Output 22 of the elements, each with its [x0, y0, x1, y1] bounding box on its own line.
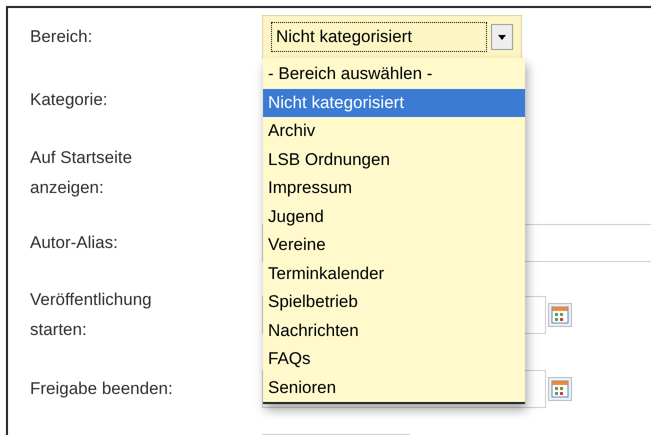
dropdown-option[interactable]: Jugend [263, 202, 525, 231]
dropdown-option[interactable]: Nachrichten [263, 316, 525, 345]
dropdown-option[interactable]: FAQs [263, 345, 525, 374]
field-label: Kategorie: [30, 89, 108, 111]
dropdown-option[interactable]: Nicht kategorisiert [263, 88, 525, 117]
dropdown-option[interactable]: Spielbetrieb [263, 288, 525, 316]
dropdown-option[interactable]: - Bereich auswählen - [263, 60, 525, 88]
dropdown-option[interactable]: Archiv [263, 117, 525, 146]
field-label: Veröffentlichung starten: [30, 289, 153, 341]
calendar-icon[interactable] [548, 303, 572, 327]
dropdown-option[interactable]: Senioren [263, 374, 525, 402]
category-select[interactable]: Nicht kategorisiert [262, 15, 522, 59]
dropdown-option[interactable]: Terminkalender [263, 260, 525, 288]
dropdown-option[interactable]: LSB Ordnungen [263, 146, 525, 174]
dropdown-option[interactable]: Impressum [263, 174, 525, 202]
dropdown-option[interactable]: Vereine [263, 231, 525, 260]
field-label: Bereich: [30, 26, 94, 48]
calendar-icon[interactable] [548, 377, 572, 401]
field-label: Freigabe beenden: [30, 378, 174, 400]
field-label: Auf Startseite anzeigen: [30, 146, 134, 198]
field-label: Autor-Alias: [30, 232, 119, 254]
select-value: Nicht kategorisiert [271, 22, 487, 52]
